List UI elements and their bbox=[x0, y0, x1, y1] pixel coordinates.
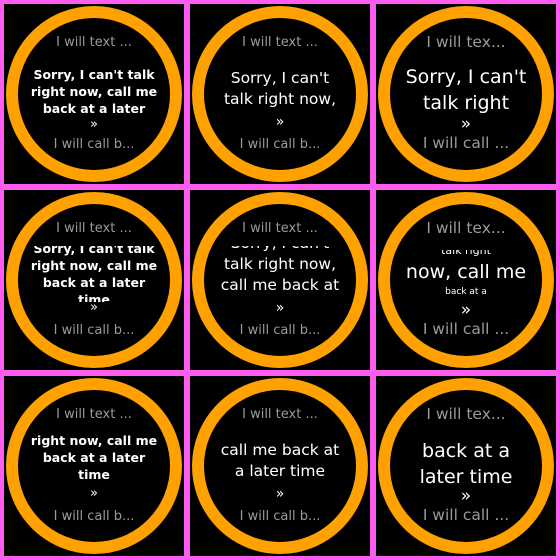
more-chevron-icon[interactable]: » bbox=[390, 114, 542, 134]
watch-frame: I will text ... Sorry, I can't talk righ… bbox=[4, 4, 184, 184]
watch-face: I will tex... back at a later time » I w… bbox=[390, 390, 542, 542]
message-viewport: back at a later time bbox=[390, 434, 542, 488]
message-line: Sorry, I can't bbox=[204, 246, 356, 254]
watch-face: I will text ... Sorry, I can't talk righ… bbox=[18, 204, 170, 356]
reply-option-call-back[interactable]: I will call b... bbox=[204, 509, 356, 524]
watch-frame: I will text ... call me back at a later … bbox=[190, 376, 370, 556]
watch-frame: I will tex... Sorry, I can't talk right … bbox=[376, 4, 556, 184]
reply-option-call-back[interactable]: I will call ... bbox=[390, 134, 542, 152]
reply-option-text-later[interactable]: I will text ... bbox=[18, 407, 170, 422]
message-viewport: Sorry, I can't talk right now, bbox=[204, 62, 356, 112]
message-line: Sorry, I can't bbox=[405, 66, 527, 88]
message-viewport: Sorry, I can't talk right now, call me b… bbox=[204, 246, 356, 300]
more-chevron-icon[interactable]: » bbox=[204, 300, 356, 316]
message-line: talk right now, bbox=[223, 90, 337, 108]
reply-message[interactable]: Sorry, I can't talk right now, call me b… bbox=[204, 246, 356, 296]
message-line: time bbox=[78, 467, 110, 482]
reply-message[interactable]: call me back at a later time bbox=[204, 440, 356, 482]
watch-frame: I will text ... Sorry, I can't talk righ… bbox=[4, 190, 184, 370]
reply-option-text-later[interactable]: I will tex... bbox=[390, 33, 542, 51]
message-viewport: right now, call me back at a later time bbox=[18, 434, 170, 488]
watch-face: I will text ... right now, call me back … bbox=[18, 390, 170, 542]
message-viewport: Sorry, I can't talk right bbox=[390, 60, 542, 116]
reply-option-text-later[interactable]: I will text ... bbox=[204, 407, 356, 422]
reply-option-text-later[interactable]: I will tex... bbox=[390, 405, 542, 423]
watch-face: I will tex... Sorry, I can't talk right … bbox=[390, 18, 542, 170]
more-chevron-icon[interactable]: » bbox=[390, 300, 542, 320]
reply-message[interactable]: back at a later time bbox=[390, 438, 542, 488]
reply-message[interactable]: talk right now, call me back at a bbox=[390, 250, 542, 298]
reply-message[interactable]: Sorry, I can't talk right now, call me b… bbox=[18, 246, 170, 302]
reply-option-text-later[interactable]: I will tex... bbox=[390, 219, 542, 237]
message-line: now, call me bbox=[405, 261, 527, 283]
more-chevron-icon[interactable]: » bbox=[204, 486, 356, 502]
reply-message[interactable]: Sorry, I can't talk right bbox=[390, 64, 542, 116]
watch-frame: I will text ... Sorry, I can't talk righ… bbox=[190, 190, 370, 370]
message-line: call me back at bbox=[220, 276, 340, 294]
message-line: back at a bbox=[422, 440, 510, 462]
message-viewport: call me back at a later time bbox=[204, 434, 356, 486]
reply-message[interactable]: Sorry, I can't talk right now, call me b… bbox=[18, 66, 170, 116]
watch-face: I will tex... talk right now, call me ba… bbox=[390, 204, 542, 356]
reply-option-call-back[interactable]: I will call b... bbox=[18, 509, 170, 524]
message-line: call me back at bbox=[220, 441, 340, 459]
watch-frame: I will tex... back at a later time » I w… bbox=[376, 376, 556, 556]
watch-preview-grid: I will text ... Sorry, I can't talk righ… bbox=[0, 0, 560, 560]
message-line: talk right now, bbox=[223, 255, 337, 273]
reply-option-text-later[interactable]: I will text ... bbox=[204, 221, 356, 236]
message-line: right now, call me bbox=[30, 434, 158, 448]
more-chevron-icon[interactable]: » bbox=[390, 486, 542, 506]
message-line: Sorry, I can't talk bbox=[33, 67, 155, 82]
reply-option-text-later[interactable]: I will text ... bbox=[18, 221, 170, 236]
message-line: talk right bbox=[441, 250, 491, 257]
more-chevron-icon[interactable]: » bbox=[18, 117, 170, 132]
reply-option-call-back[interactable]: I will call ... bbox=[390, 506, 542, 524]
message-line: back at a later bbox=[42, 101, 146, 116]
reply-option-call-back[interactable]: I will call b... bbox=[204, 137, 356, 152]
message-viewport: talk right now, call me back at a bbox=[390, 250, 542, 298]
more-chevron-icon[interactable]: » bbox=[18, 300, 170, 315]
message-line: right now, call me bbox=[30, 258, 158, 273]
reply-message[interactable]: right now, call me back at a later time bbox=[18, 434, 170, 483]
message-line: later time bbox=[419, 466, 513, 488]
watch-face: I will text ... Sorry, I can't talk righ… bbox=[204, 18, 356, 170]
message-line: Sorry, I can't talk bbox=[33, 246, 155, 256]
reply-option-call-back[interactable]: I will call b... bbox=[204, 323, 356, 338]
message-line: back at a bbox=[445, 287, 487, 297]
reply-option-call-back[interactable]: I will call ... bbox=[390, 320, 542, 338]
reply-option-text-later[interactable]: I will text ... bbox=[18, 35, 170, 50]
reply-option-call-back[interactable]: I will call b... bbox=[18, 323, 170, 338]
reply-message[interactable]: Sorry, I can't talk right now, bbox=[204, 68, 356, 110]
message-line: back at a later bbox=[42, 450, 146, 465]
message-line: back at a later bbox=[42, 275, 146, 290]
message-line: a later time bbox=[234, 462, 326, 480]
watch-frame: I will text ... Sorry, I can't talk righ… bbox=[190, 4, 370, 184]
message-line: Sorry, I can't bbox=[230, 69, 330, 87]
watch-frame: I will tex... talk right now, call me ba… bbox=[376, 190, 556, 370]
watch-face: I will text ... Sorry, I can't talk righ… bbox=[204, 204, 356, 356]
reply-option-call-back[interactable]: I will call b... bbox=[18, 137, 170, 152]
message-line: right now, call me bbox=[30, 84, 158, 99]
message-viewport: Sorry, I can't talk right now, call me b… bbox=[18, 62, 170, 116]
more-chevron-icon[interactable]: » bbox=[18, 486, 170, 501]
reply-option-text-later[interactable]: I will text ... bbox=[204, 35, 356, 50]
watch-frame: I will text ... right now, call me back … bbox=[4, 376, 184, 556]
message-viewport: Sorry, I can't talk right now, call me b… bbox=[18, 246, 170, 302]
watch-face: I will text ... Sorry, I can't talk righ… bbox=[18, 18, 170, 170]
watch-face: I will text ... call me back at a later … bbox=[204, 390, 356, 542]
more-chevron-icon[interactable]: » bbox=[204, 114, 356, 130]
message-line: talk right bbox=[422, 92, 510, 114]
